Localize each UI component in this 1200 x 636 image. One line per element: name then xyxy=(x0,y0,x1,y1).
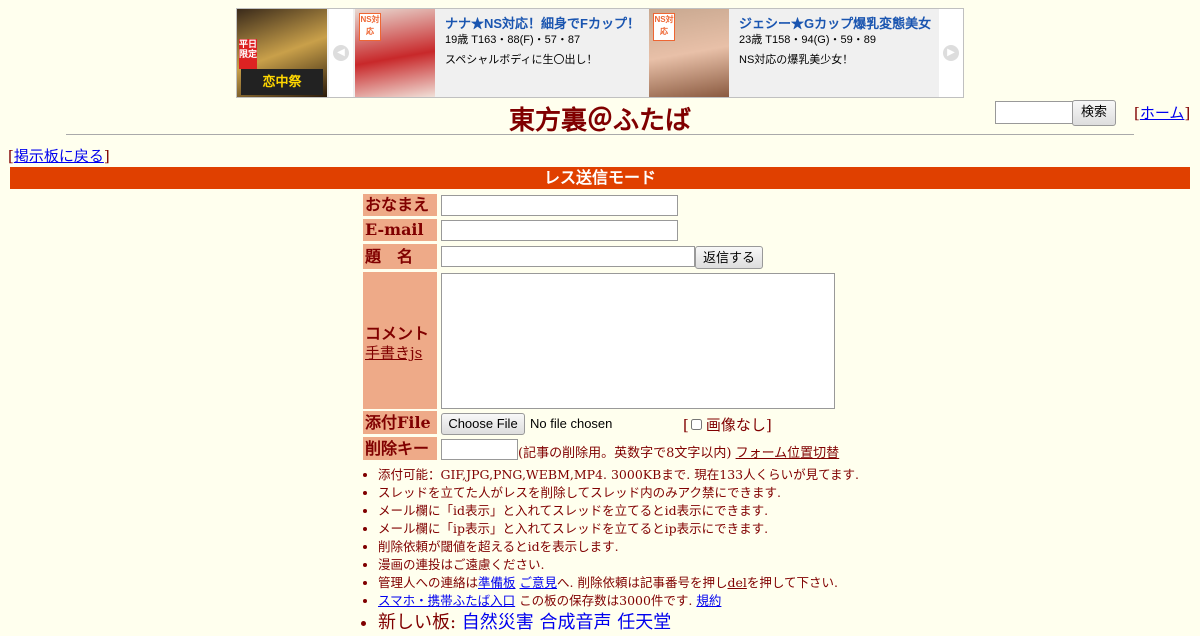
delete-key-field[interactable] xyxy=(441,439,518,460)
no-image-checkbox[interactable] xyxy=(690,419,702,430)
home-link-wrapper: [ホーム] xyxy=(1134,104,1191,122)
list-item: メール欄に「id表示」と入れてスレッドを立てるとid表示にできます. xyxy=(378,502,859,520)
divider xyxy=(66,134,1134,135)
del-link[interactable]: del xyxy=(727,575,746,590)
ad-card-spec: 19歳 T163・88(F)・57・87 xyxy=(445,34,581,46)
note-text: この板の保存数は3000件です. xyxy=(515,593,693,608)
name-label: おなまえ xyxy=(363,194,437,216)
chevron-right-icon: ▶ xyxy=(943,45,959,61)
ad-left-banner[interactable]: 平日限定 恋中祭 xyxy=(237,9,327,97)
delete-key-label: 削除キー xyxy=(363,437,437,460)
home-link[interactable]: ホーム xyxy=(1140,104,1185,122)
ad-banner[interactable]: 平日限定 恋中祭 ◀ NS対応 ナナ★NS対応！細身でFカップ！ 19歳 T16… xyxy=(236,8,964,98)
ad-prev-button[interactable]: ◀ xyxy=(329,9,353,97)
ad-card-image: NS対応 xyxy=(649,9,729,97)
submit-reply-button[interactable]: 返信する xyxy=(695,246,763,269)
ns-badge: NS対応 xyxy=(653,13,675,41)
list-item: 管理人への連絡は準備板 ご意見へ. 削除依頼は記事番号を押しdelを押して下さい… xyxy=(378,574,859,592)
back-to-board-link[interactable]: 掲示板に戻る xyxy=(14,147,104,165)
note-text: を押して下さい. xyxy=(746,575,838,590)
note-text: 管理人への連絡は xyxy=(378,575,479,590)
file-label: 添付File xyxy=(363,411,437,434)
no-image-option[interactable]: [画像なし] xyxy=(683,414,772,435)
list-item: 削除依頼が閾値を超えるとidを表示します. xyxy=(378,538,859,556)
notes-list: 添付可能：GIF,JPG,PNG,WEBM,MP4. 3000KBまで. 現在1… xyxy=(362,466,859,636)
ad-card-spec: 23歳 T158・94(G)・59・89 xyxy=(739,34,876,46)
search-button[interactable]: 検索 xyxy=(1072,100,1116,126)
terms-link[interactable]: 規約 xyxy=(696,593,721,608)
list-item: メール欄に「ip表示」と入れてスレッドを立てるとip表示にできます. xyxy=(378,520,859,538)
no-file-text: No file chosen xyxy=(530,416,613,431)
ad-card-desc: NS対応の爆乳美少女！ xyxy=(739,54,854,66)
list-item: 漫画の連投はご遠慮ください. xyxy=(378,556,859,574)
list-item: スマホ・携帯ふたば入口 この板の保存数は3000件です. 規約 xyxy=(378,592,859,610)
list-item: スレッドを立てた人がレスを削除してスレッド内のみアク禁にできます. xyxy=(378,484,859,502)
mobile-entry-link[interactable]: スマホ・携帯ふたば入口 xyxy=(378,593,515,608)
chevron-left-icon: ◀ xyxy=(333,45,349,61)
prep-board-link[interactable]: 準備板 xyxy=(478,575,516,590)
comment-label: コメント xyxy=(365,324,430,343)
note-text: へ. 削除依頼は記事番号を押し xyxy=(557,575,728,590)
name-field[interactable] xyxy=(441,195,678,216)
delete-key-note-wrapper: (記事の削除用。英数字で8文字以内) フォーム位置切替 xyxy=(518,442,839,461)
ad-card-title[interactable]: ナナ★NS対応！細身でFカップ！ xyxy=(445,13,640,32)
back-link-wrapper: [掲示板に戻る] xyxy=(8,147,110,165)
list-item: 添付可能：GIF,JPG,PNG,WEBM,MP4. 3000KBまで. 現在1… xyxy=(378,466,859,484)
ad-card-title[interactable]: ジェシー★Gカップ爆乳変態美女 xyxy=(739,13,931,32)
search-input[interactable] xyxy=(995,101,1077,124)
comment-textarea[interactable] xyxy=(441,273,835,409)
subject-field[interactable] xyxy=(441,246,695,267)
ad-left-text: 恋中祭 xyxy=(241,69,323,95)
subject-label: 題 名 xyxy=(363,244,437,269)
feedback-link[interactable]: ご意見 xyxy=(520,575,558,590)
ad-card-desc: スペシャルボディに生〇出し！ xyxy=(445,54,598,66)
ad-weekday-badge: 平日限定 xyxy=(239,39,257,69)
choose-file-button[interactable]: Choose File xyxy=(441,413,525,435)
ad-card[interactable]: NS対応 ジェシー★Gカップ爆乳変態美女 23歳 T158・94(G)・59・8… xyxy=(647,9,939,97)
ad-card-image: NS対応 xyxy=(355,9,435,97)
form-position-toggle-link[interactable]: フォーム位置切替 xyxy=(736,446,840,461)
email-field[interactable] xyxy=(441,220,678,241)
handwrite-link[interactable]: 手書きjs xyxy=(365,342,422,363)
reply-mode-bar: レス送信モード xyxy=(10,167,1190,189)
ad-card[interactable]: NS対応 ナナ★NS対応！細身でFカップ！ 19歳 T163・88(F)・57・… xyxy=(353,9,645,97)
comment-label-cell: コメント 手書きjs xyxy=(363,272,437,409)
ns-badge: NS対応 xyxy=(359,13,381,41)
list-item: 新しい板: 自然災害 合成音声 任天堂 xyxy=(378,610,859,636)
no-image-label: 画像なし xyxy=(705,416,766,434)
email-label: E-mail xyxy=(363,219,437,241)
ad-next-button[interactable]: ▶ xyxy=(939,9,963,97)
delete-key-note: (記事の削除用。英数字で8文字以内) xyxy=(518,446,732,461)
